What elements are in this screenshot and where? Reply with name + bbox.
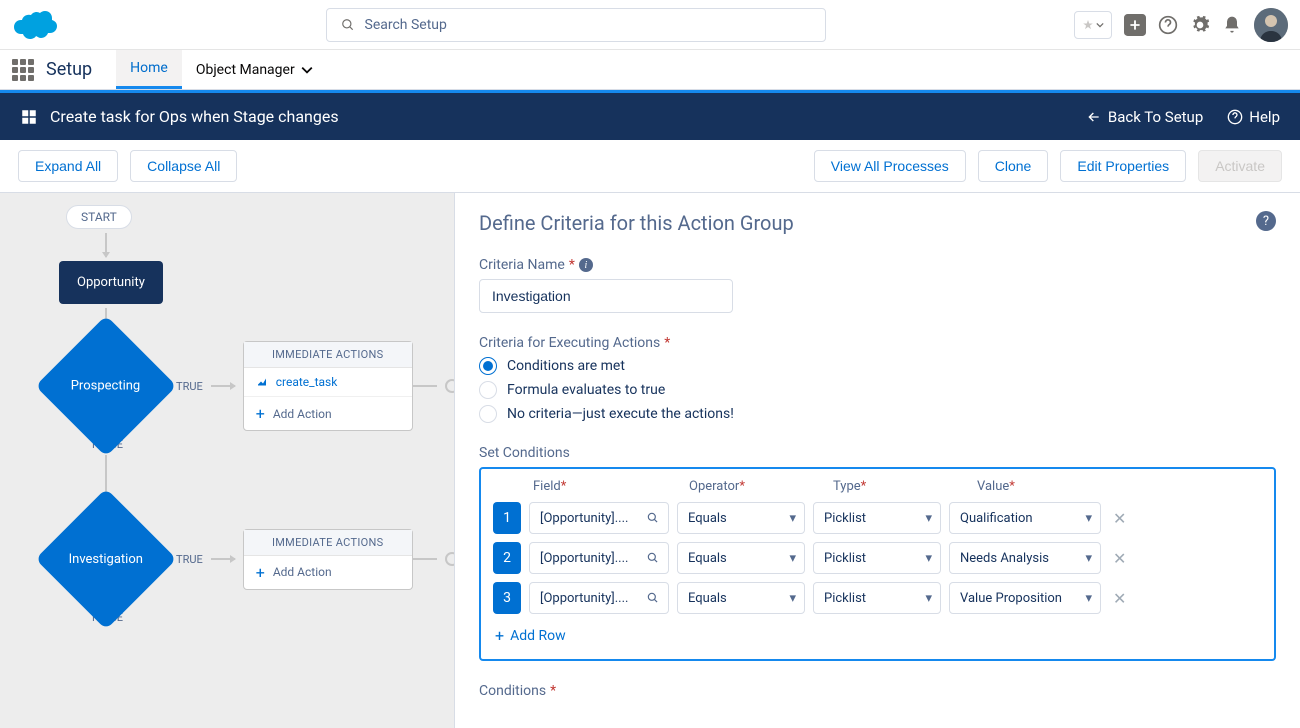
- value-picker[interactable]: Needs Analysis▾: [949, 542, 1101, 574]
- remove-row-icon[interactable]: ✕: [1109, 589, 1130, 608]
- radio-formula[interactable]: Formula evaluates to true: [479, 381, 1276, 399]
- true-label: TRUE: [176, 380, 203, 393]
- info-icon[interactable]: i: [579, 258, 593, 272]
- row-number: 1: [493, 502, 521, 534]
- stop-node[interactable]: [445, 379, 455, 393]
- remove-row-icon[interactable]: ✕: [1109, 509, 1130, 528]
- app-launcher-icon[interactable]: [12, 59, 34, 81]
- process-header-bar: Create task for Ops when Stage changes B…: [0, 90, 1300, 140]
- view-all-processes-button[interactable]: View All Processes: [814, 150, 966, 182]
- type-picker[interactable]: Picklist▾: [813, 582, 941, 614]
- process-canvas: START Opportunity Prospecting TRUE IMMED…: [0, 192, 455, 728]
- panel-help-icon[interactable]: ?: [1256, 211, 1276, 231]
- operator-picker[interactable]: Equals▾: [677, 582, 805, 614]
- edit-properties-button[interactable]: Edit Properties: [1060, 150, 1186, 182]
- app-name: Setup: [46, 59, 92, 80]
- gear-icon[interactable]: [1190, 15, 1210, 35]
- clone-button[interactable]: Clone: [978, 150, 1049, 182]
- condition-row: 3 [Opportunity].... Equals▾ Picklist▾ Va…: [493, 582, 1262, 614]
- collapse-all-button[interactable]: Collapse All: [130, 150, 237, 182]
- immediate-actions-header: IMMEDIATE ACTIONS: [244, 530, 412, 556]
- user-avatar[interactable]: [1254, 8, 1288, 42]
- object-node[interactable]: Opportunity: [59, 261, 163, 304]
- activate-button[interactable]: Activate: [1198, 150, 1282, 182]
- help-button[interactable]: Help: [1227, 108, 1280, 126]
- row-number: 2: [493, 542, 521, 574]
- immediate-actions-box: IMMEDIATE ACTIONS + Add Action: [243, 529, 413, 590]
- process-title: Create task for Ops when Stage changes: [50, 107, 1086, 126]
- tab-object-manager[interactable]: Object Manager: [182, 52, 327, 88]
- toolbar: Expand All Collapse All View All Process…: [0, 140, 1300, 192]
- chevron-down-icon: [301, 64, 313, 76]
- help-icon[interactable]: [1158, 15, 1178, 35]
- value-picker[interactable]: Qualification▾: [949, 502, 1101, 534]
- criteria-name-label: Criteria Name* i: [479, 257, 1276, 273]
- add-row-button[interactable]: +Add Row: [493, 622, 1262, 649]
- panel-title: Define Criteria for this Action Group: [479, 211, 1276, 235]
- search-input[interactable]: Search Setup: [326, 8, 826, 42]
- bell-icon[interactable]: [1222, 15, 1242, 35]
- condition-row: 1 [Opportunity].... Equals▾ Picklist▾ Qu…: [493, 502, 1262, 534]
- field-picker[interactable]: [Opportunity]....: [529, 582, 669, 614]
- tab-home[interactable]: Home: [116, 50, 182, 89]
- global-header: Search Setup: [0, 0, 1300, 50]
- field-picker[interactable]: [Opportunity]....: [529, 502, 669, 534]
- row-number: 3: [493, 582, 521, 614]
- exec-criteria-label: Criteria for Executing Actions*: [479, 335, 1276, 351]
- criteria-node-investigation[interactable]: Investigation: [35, 488, 176, 629]
- immediate-actions-box: IMMEDIATE ACTIONS create_task + Add Acti…: [243, 341, 413, 431]
- favorites-menu[interactable]: [1074, 11, 1112, 39]
- back-to-setup-button[interactable]: Back To Setup: [1086, 108, 1203, 126]
- type-picker[interactable]: Picklist▾: [813, 502, 941, 534]
- conditions-label: Conditions*: [479, 683, 1276, 699]
- condition-row: 2 [Opportunity].... Equals▾ Picklist▾ Ne…: [493, 542, 1262, 574]
- stop-node[interactable]: [445, 552, 455, 566]
- expand-all-button[interactable]: Expand All: [18, 150, 118, 182]
- action-create-task[interactable]: create_task: [244, 368, 412, 397]
- radio-conditions-met[interactable]: Conditions are met: [479, 357, 1276, 375]
- remove-row-icon[interactable]: ✕: [1109, 549, 1130, 568]
- operator-picker[interactable]: Equals▾: [677, 502, 805, 534]
- add-action-button[interactable]: + Add Action: [244, 556, 412, 589]
- set-conditions-label: Set Conditions: [479, 445, 1276, 461]
- immediate-actions-header: IMMEDIATE ACTIONS: [244, 342, 412, 368]
- criteria-node-prospecting[interactable]: Prospecting: [35, 315, 176, 456]
- conditions-box: Field* Operator* Type* Value* 1 [Opportu…: [479, 467, 1276, 661]
- process-icon: [20, 108, 38, 126]
- criteria-name-input[interactable]: [479, 279, 733, 313]
- true-label: TRUE: [176, 553, 203, 566]
- field-picker[interactable]: [Opportunity]....: [529, 542, 669, 574]
- operator-picker[interactable]: Equals▾: [677, 542, 805, 574]
- radio-no-criteria[interactable]: No criteria—just execute the actions!: [479, 405, 1276, 423]
- search-placeholder: Search Setup: [365, 17, 447, 33]
- criteria-panel: ? Define Criteria for this Action Group …: [455, 192, 1300, 728]
- add-icon[interactable]: [1124, 14, 1146, 36]
- type-picker[interactable]: Picklist▾: [813, 542, 941, 574]
- value-picker[interactable]: Value Proposition▾: [949, 582, 1101, 614]
- setup-nav-bar: Setup Home Object Manager: [0, 50, 1300, 90]
- add-action-button[interactable]: + Add Action: [244, 397, 412, 430]
- salesforce-logo: [12, 9, 57, 41]
- start-node: START: [66, 205, 132, 229]
